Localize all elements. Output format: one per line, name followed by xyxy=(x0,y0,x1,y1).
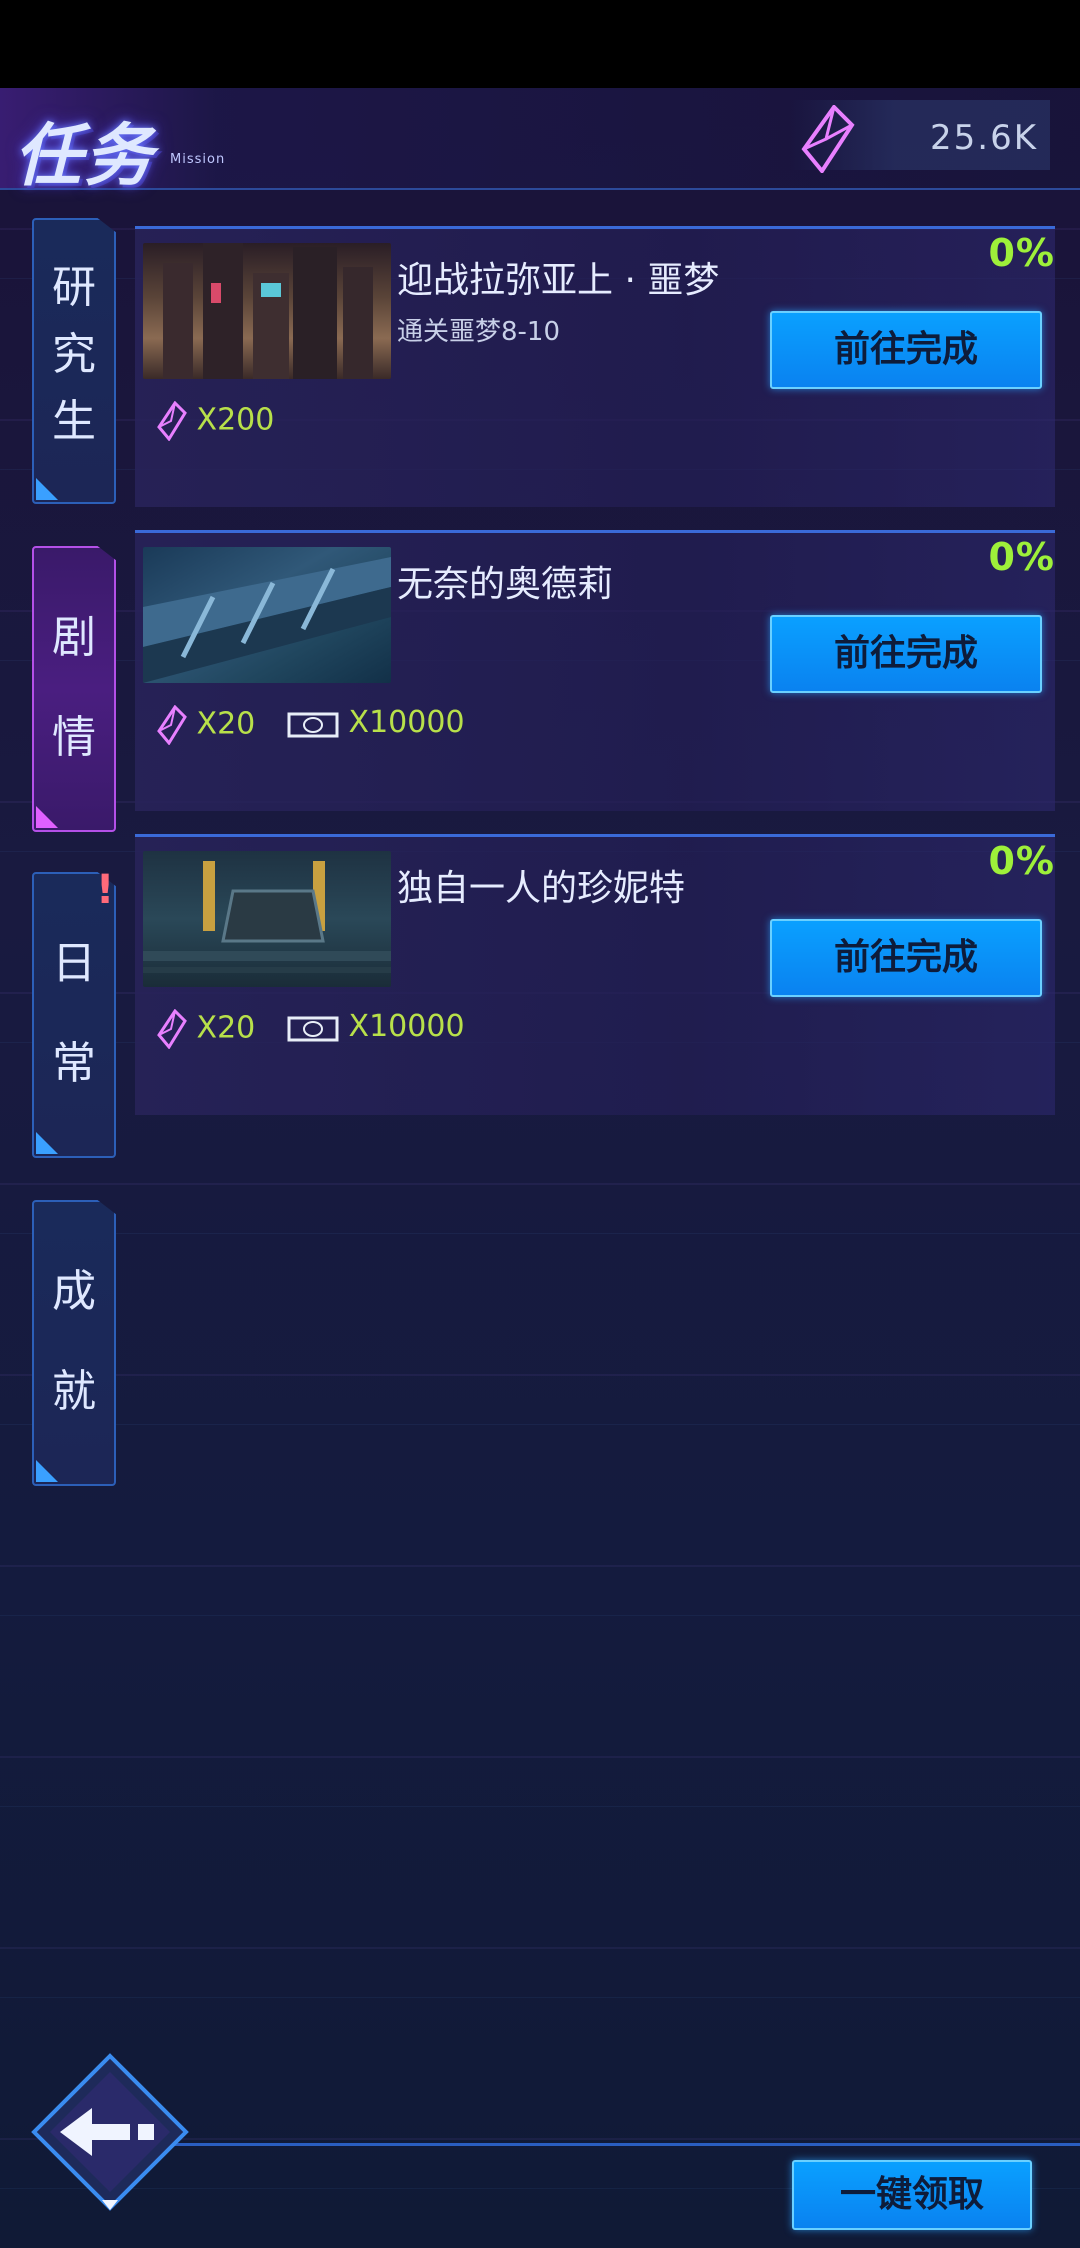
reward-cash-amount: X10000 xyxy=(348,705,465,740)
mission-thumbnail xyxy=(143,243,391,379)
crystal-icon xyxy=(157,1009,187,1049)
reward-crystal-amount: X200 xyxy=(196,402,275,438)
go-complete-button[interactable]: 前往完成 xyxy=(770,919,1042,997)
reward-cash-amount: X10000 xyxy=(348,1009,465,1044)
tab-corner-mark xyxy=(36,806,58,828)
alert-badge: ! xyxy=(96,867,115,913)
tab-achievement[interactable]: 成 就 xyxy=(32,1200,116,1486)
tab-corner-mark xyxy=(36,1460,58,1482)
mission-thumbnail xyxy=(143,547,391,683)
mission-subtitle: 通关噩梦8-10 xyxy=(397,317,561,347)
reward-cash: X10000 xyxy=(287,705,465,740)
tab-daily[interactable]: 日 常 xyxy=(32,872,116,1158)
tab-achievement-label-2: 就 xyxy=(52,1366,96,1417)
banknote-icon xyxy=(287,1016,339,1041)
crystal-icon xyxy=(157,705,187,745)
mission-thumbnail xyxy=(143,851,391,987)
reward-crystal-amount: X20 xyxy=(196,706,256,742)
mission-title: 无奈的奥德莉 xyxy=(397,564,614,605)
header-bar: 任务 Mission xyxy=(0,88,1080,196)
tab-corner-mark xyxy=(36,478,58,500)
mission-progress: 0% xyxy=(988,535,1055,579)
status-bar xyxy=(0,0,1080,88)
tab-story[interactable]: 剧 情 xyxy=(32,546,116,832)
reward-crystal: X20 xyxy=(157,705,255,745)
mission-card: 无奈的奥德莉 0% 前往完成 X20 X10000 xyxy=(135,530,1055,811)
reward-crystal: X200 xyxy=(157,401,274,441)
banknote-icon xyxy=(287,712,339,737)
reward-crystal-amount: X20 xyxy=(196,1010,256,1046)
crystal-icon xyxy=(801,105,855,173)
reward-cash: X10000 xyxy=(287,1009,465,1044)
back-button[interactable] xyxy=(30,2052,190,2212)
tab-story-label-1: 剧 xyxy=(52,612,96,663)
tab-daily-label-1: 日 xyxy=(52,938,96,989)
crystal-icon xyxy=(157,401,187,441)
mission-card: 迎战拉弥亚上 · 噩梦 通关噩梦8-10 0% 前往完成 X200 xyxy=(135,226,1055,507)
tab-story-label-2: 情 xyxy=(52,712,96,763)
tab-corner-mark xyxy=(36,1132,58,1154)
city-image xyxy=(163,243,373,379)
mission-progress: 0% xyxy=(988,839,1055,883)
mission-progress: 0% xyxy=(988,231,1055,275)
page-title: 任务 xyxy=(14,117,155,196)
go-complete-button[interactable]: 前往完成 xyxy=(770,311,1042,389)
currency-value: 25.6K xyxy=(930,118,1038,158)
tab-graduate-label-3: 生 xyxy=(52,396,96,447)
corridor-image xyxy=(143,557,391,683)
machine-image xyxy=(143,861,391,973)
page-subtitle: Mission xyxy=(170,152,226,167)
tab-daily-label-2: 常 xyxy=(52,1038,96,1089)
go-complete-button[interactable]: 前往完成 xyxy=(770,615,1042,693)
tab-achievement-label-1: 成 xyxy=(52,1266,96,1317)
claim-all-button[interactable]: 一键领取 xyxy=(792,2160,1032,2230)
mission-title: 迎战拉弥亚上 · 噩梦 xyxy=(397,260,720,301)
mission-card: 独自一人的珍妮特 0% 前往完成 X20 X10000 xyxy=(135,834,1055,1115)
footer-divider xyxy=(150,2143,1080,2146)
mission-title: 独自一人的珍妮特 xyxy=(397,868,686,909)
tab-graduate[interactable]: 研 究 生 xyxy=(32,218,116,504)
reward-crystal: X20 xyxy=(157,1009,255,1049)
